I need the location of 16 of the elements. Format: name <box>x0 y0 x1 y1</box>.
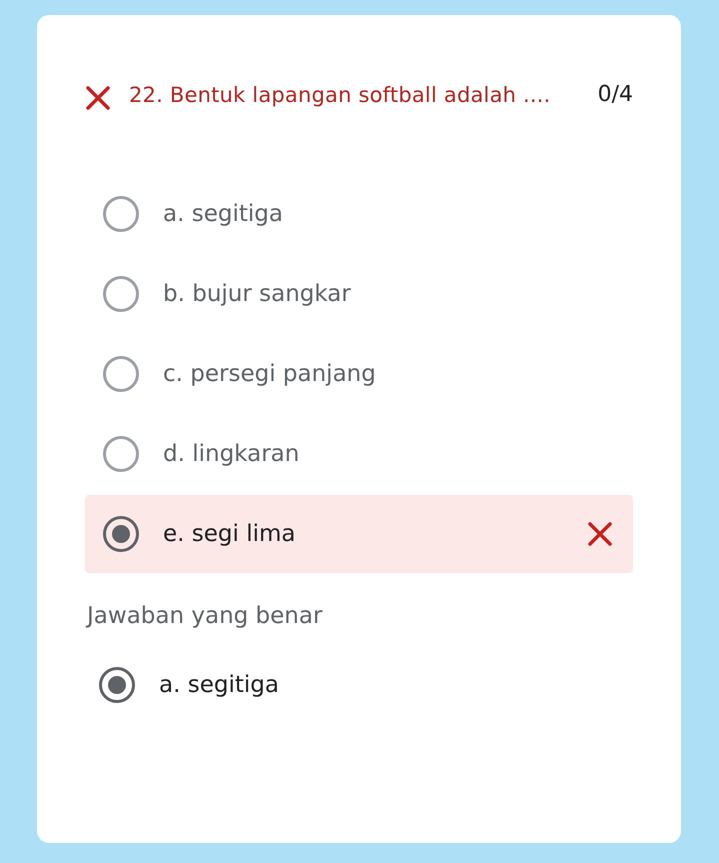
answer-option[interactable]: a. segitiga <box>85 175 633 253</box>
cross-icon <box>85 85 111 111</box>
correct-answer-heading: Jawaban yang benar <box>87 603 324 629</box>
radio-button[interactable] <box>103 356 139 392</box>
score: 0/4 <box>598 81 633 109</box>
radio-button[interactable] <box>103 436 139 472</box>
question-title: 22. Bentuk lapangan softball adalah .... <box>129 82 552 109</box>
radio-button[interactable] <box>103 196 139 232</box>
answer-option[interactable]: c. persegi panjang <box>85 335 633 413</box>
radio-button[interactable] <box>103 276 139 312</box>
answer-option[interactable]: b. bujur sangkar <box>85 255 633 333</box>
wrong-answer-option[interactable]: e. segi lima <box>85 495 633 573</box>
answer-label: a. segitiga <box>159 672 280 698</box>
cross-icon <box>587 521 613 547</box>
answer-option[interactable]: d. lingkaran <box>85 415 633 493</box>
radio-button[interactable] <box>103 516 139 552</box>
